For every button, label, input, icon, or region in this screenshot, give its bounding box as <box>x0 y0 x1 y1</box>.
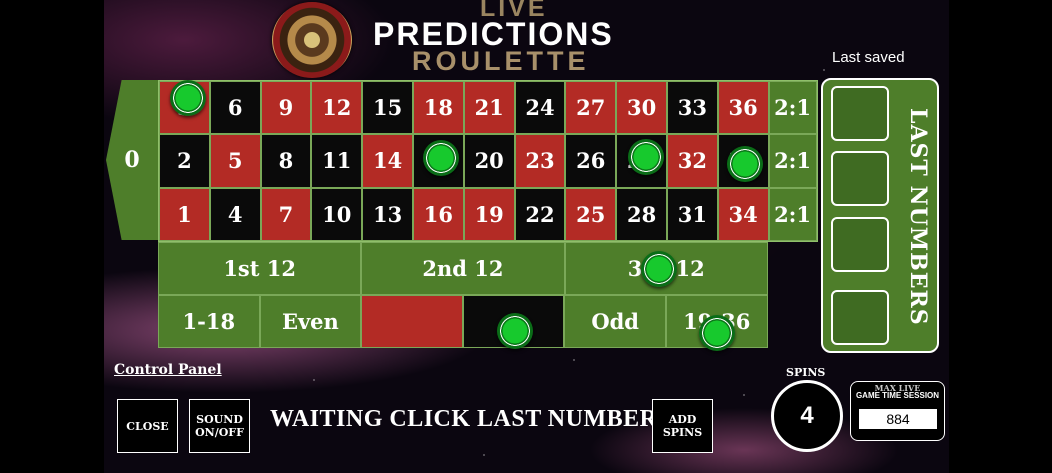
last-numbers-title: LAST NUMBERS <box>905 107 931 326</box>
number-cell-15[interactable]: 15 <box>362 81 413 135</box>
game-session-box: MAX LIVE GAME TIME SESSION 884 <box>850 381 945 441</box>
chip-on-black <box>497 313 533 349</box>
number-cell-16[interactable]: 16 <box>412 187 464 241</box>
number-cell-32[interactable]: 32 <box>666 134 718 188</box>
number-cell-6[interactable]: 6 <box>209 81 261 135</box>
number-cell-26[interactable]: 26 <box>565 134 617 188</box>
number-cell-23[interactable]: 23 <box>514 134 566 188</box>
number-cell-24[interactable]: 24 <box>514 81 566 135</box>
number-cell-10[interactable]: 10 <box>311 187 363 241</box>
dozen-bet-1[interactable]: 1st 12 <box>158 242 362 295</box>
chip-on-35 <box>727 146 763 182</box>
number-cell-5[interactable]: 5 <box>209 134 261 188</box>
last-number-slot-1[interactable] <box>831 86 889 141</box>
column-bet-2to1[interactable]: 2:1 <box>768 81 817 135</box>
even-bet[interactable]: Even <box>259 295 362 348</box>
number-cell-7[interactable]: 7 <box>260 187 312 241</box>
chip-on-3rd-12 <box>641 251 677 287</box>
outside-bets-row: 1-18EvenOdd19-36 <box>158 295 768 348</box>
chip-on-19-36 <box>699 315 735 351</box>
title-roulette: ROULETTE <box>412 46 590 76</box>
number-cell-27[interactable]: 27 <box>565 81 617 135</box>
chip-on-29 <box>628 139 664 175</box>
roulette-wheel-logo <box>272 2 352 78</box>
number-cell-33[interactable]: 33 <box>666 81 718 135</box>
column-bet-2to1[interactable]: 2:1 <box>768 187 817 241</box>
odd-bet[interactable]: Odd <box>564 295 666 348</box>
number-cell-21[interactable]: 21 <box>463 81 515 135</box>
low-bet-1-18[interactable]: 1-18 <box>158 295 260 348</box>
number-cell-18[interactable]: 18 <box>412 81 464 135</box>
session-time-value: 884 <box>859 409 937 429</box>
chip-on-17 <box>423 140 459 176</box>
number-cell-9[interactable]: 9 <box>260 81 312 135</box>
last-number-slot-4[interactable] <box>831 290 889 345</box>
number-cell-25[interactable]: 25 <box>565 187 617 241</box>
last-number-slot-2[interactable] <box>831 151 889 206</box>
number-cell-1[interactable]: 1 <box>159 187 210 241</box>
column-bet-2to1[interactable]: 2:1 <box>768 134 817 188</box>
number-cell-28[interactable]: 28 <box>616 187 667 241</box>
red-bet[interactable] <box>361 295 463 348</box>
number-cell-8[interactable]: 8 <box>260 134 312 188</box>
number-cell-13[interactable]: 13 <box>362 187 413 241</box>
number-cell-11[interactable]: 11 <box>311 134 363 188</box>
number-cell-19[interactable]: 19 <box>463 187 515 241</box>
number-cell-2[interactable]: 2 <box>159 134 210 188</box>
chip-on-3 <box>170 80 206 116</box>
add-spins-button[interactable]: ADD SPINS <box>652 399 713 453</box>
number-cell-14[interactable]: 14 <box>362 134 413 188</box>
number-cell-36[interactable]: 36 <box>717 81 769 135</box>
close-button[interactable]: CLOSE <box>117 399 178 453</box>
dozen-bet-2[interactable]: 2nd 12 <box>361 242 565 295</box>
spins-counter: 4 <box>771 380 843 452</box>
sound-toggle-button[interactable]: SOUND ON/OFF <box>189 399 250 453</box>
number-cell-12[interactable]: 12 <box>311 81 363 135</box>
number-cell-30[interactable]: 30 <box>616 81 667 135</box>
session-title-game-time: GAME TIME SESSION <box>855 391 940 400</box>
number-cell-4[interactable]: 4 <box>209 187 261 241</box>
last-saved-label: Last saved <box>832 49 905 66</box>
status-message: WAITING CLICK LAST NUMBER <box>270 406 658 432</box>
last-numbers-panel: LAST NUMBERS <box>821 78 939 353</box>
number-cell-20[interactable]: 20 <box>463 134 515 188</box>
control-panel-label: Control Panel <box>114 362 222 378</box>
number-grid: 3691215182124273033362:12581114172023262… <box>158 80 818 242</box>
number-cell-31[interactable]: 31 <box>666 187 718 241</box>
spins-label: SPINS <box>786 366 826 379</box>
number-cell-34[interactable]: 34 <box>717 187 769 241</box>
last-number-slot-3[interactable] <box>831 217 889 272</box>
number-cell-22[interactable]: 22 <box>514 187 566 241</box>
